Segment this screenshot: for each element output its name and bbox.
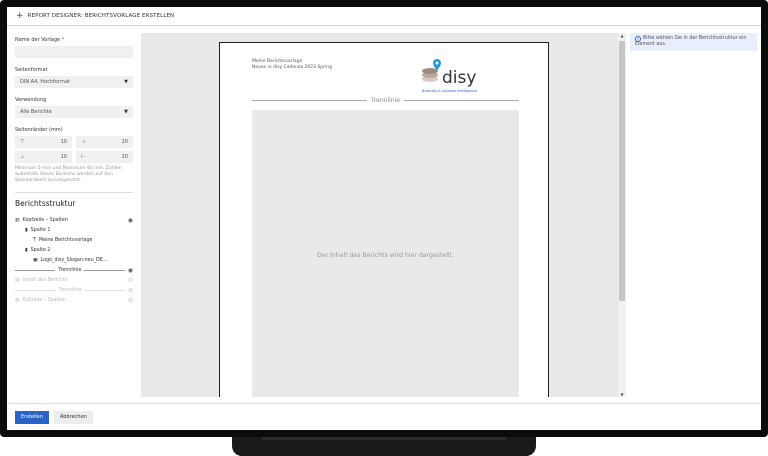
disy-logo[interactable]: disy Business & Location Intelligence (420, 57, 490, 95)
canvas-scrollbar[interactable]: ▲ ▼ (618, 33, 626, 397)
info-message: i Bitte wählen Sie in der Berichtsstruktu… (630, 33, 757, 51)
report-canvas[interactable]: Meine Berichtsvorlage Neues in disy Cade… (141, 33, 618, 397)
columns-icon: ▥ (15, 297, 20, 303)
tree-item-column2[interactable]: ▮ Spalte 2 (15, 245, 133, 255)
scrollbar-thumb[interactable] (619, 41, 625, 301)
tree-item-column1[interactable]: ▮ Spalte 1 (15, 225, 133, 235)
tree-item-header[interactable]: ▥ Kopfzeile – Spalten ◉ (15, 215, 133, 225)
image-icon: ▣ (33, 257, 38, 263)
margin-bottom-input[interactable]: ⊥ 10 (15, 151, 72, 163)
plus-icon: + (16, 10, 24, 21)
app-window: + REPORT DESIGNER: BERICHTSVORLAGE ERSTE… (7, 7, 761, 430)
column-icon: ▮ (25, 227, 28, 233)
columns-icon: ▥ (15, 217, 20, 223)
cancel-button[interactable]: Abbrechen (53, 410, 93, 424)
lock-icon: ⊙ (127, 276, 133, 284)
settings-panel: Name der Vorlage * Seitenformat DIN A4, … (7, 27, 141, 397)
page-format-select[interactable]: DIN A4, Hochformat ▼ (15, 76, 133, 88)
properties-panel: i Bitte wählen Sie in der Berichtsstruktu… (626, 33, 761, 397)
tree-item-content[interactable]: ▤ Inhalt des Berichts ⊙ (15, 275, 133, 285)
margin-top-input[interactable]: ⊤ 10 (15, 136, 72, 148)
name-label: Name der Vorlage * (15, 37, 65, 43)
create-button[interactable]: Erstellen (15, 410, 49, 424)
page-divider[interactable]: Trennlinie (252, 97, 520, 104)
monitor-frame: + REPORT DESIGNER: BERICHTSVORLAGE ERSTE… (0, 0, 768, 437)
logo-slogan: Business & Location Intelligence (422, 89, 477, 93)
tree-item-image[interactable]: ▣ Logo_disy_Slogan-neu_DE... (15, 255, 133, 265)
text-icon: T (33, 237, 36, 243)
monitor-stand (232, 437, 536, 456)
tree-item-divider[interactable]: Trennlinie ◉ (15, 265, 133, 275)
title-bar: + REPORT DESIGNER: BERICHTSVORLAGE ERSTE… (7, 7, 761, 26)
content-placeholder[interactable]: Der Inhalt des Berichts wird hier darges… (252, 110, 519, 397)
report-page: Meine Berichtsvorlage Neues in disy Cade… (219, 42, 549, 397)
margins-hint: Minimum 5 mm und Maximum 40 mm. Zahlen a… (15, 166, 122, 183)
divider (15, 192, 133, 193)
chevron-down-icon: ▼ (124, 109, 128, 115)
tree-item-footer[interactable]: ▥ Fußzeile – Spalten ⊘ (15, 295, 133, 305)
scroll-up-icon[interactable]: ▲ (618, 33, 626, 38)
eye-icon[interactable]: ◉ (128, 267, 133, 274)
content-icon: ▤ (15, 277, 20, 283)
usage-label: Verwendung (15, 97, 47, 103)
tree-item-divider-2[interactable]: Trennlinie ⊘ (15, 285, 133, 295)
logo-wordmark: disy (442, 68, 476, 88)
margin-left-input[interactable]: ⊢ 20 (76, 151, 133, 163)
tree-item-text[interactable]: T Meine Berichtsvorlage (15, 235, 133, 245)
template-name-input[interactable] (15, 46, 133, 58)
page-header-text[interactable]: Meine Berichtsvorlage Neues in disy Cade… (252, 59, 332, 71)
format-label: Seitenformat (15, 67, 48, 73)
margin-right-input[interactable]: ⊣ 20 (76, 136, 133, 148)
eye-icon[interactable]: ◉ (128, 217, 133, 224)
eye-off-icon[interactable]: ⊘ (128, 297, 133, 304)
usage-select[interactable]: Alle Berichte ▼ (15, 106, 133, 118)
eye-off-icon[interactable]: ⊘ (128, 287, 133, 294)
margin-bottom-icon: ⊥ (20, 154, 25, 160)
margins-label: Seitenränder (mm) (15, 127, 63, 133)
margin-right-icon: ⊣ (81, 139, 86, 145)
window-title: REPORT DESIGNER: BERICHTSVORLAGE ERSTELL… (27, 13, 175, 19)
structure-heading: Berichtsstruktur (15, 199, 76, 208)
scroll-down-icon[interactable]: ▼ (618, 392, 626, 397)
margin-top-icon: ⊤ (20, 139, 25, 145)
chevron-down-icon: ▼ (124, 79, 128, 85)
margin-left-icon: ⊢ (81, 154, 86, 160)
column-icon: ▮ (25, 247, 28, 253)
dialog-footer: Erstellen Abbrechen (7, 403, 761, 430)
